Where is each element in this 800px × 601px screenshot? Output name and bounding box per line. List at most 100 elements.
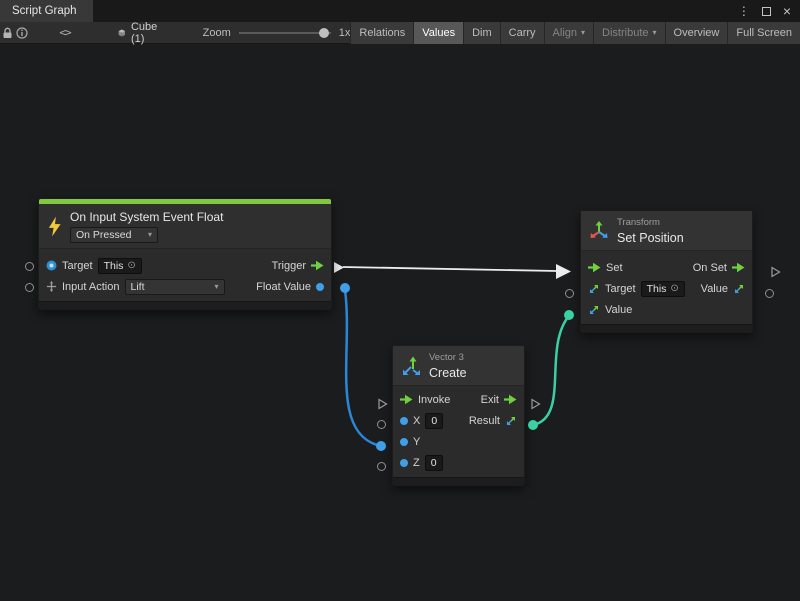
node-on-input-system-event-float[interactable]: On Input System Event Float On Pressed ▾… xyxy=(38,198,332,310)
node-footer xyxy=(393,477,524,485)
vector3-port-icon[interactable] xyxy=(733,283,745,295)
flow-port-icon[interactable] xyxy=(504,394,517,405)
input-action-dropdown[interactable]: Lift ▾ xyxy=(125,279,225,295)
row-target-valueout: Target This ⊙ Value xyxy=(581,278,752,299)
node-title: Set Position xyxy=(617,231,684,245)
z-value-field[interactable]: 0 xyxy=(425,455,443,471)
ext-port-y-input-connected[interactable] xyxy=(376,441,386,451)
dim-button[interactable]: Dim xyxy=(463,22,500,44)
info-icon[interactable] xyxy=(15,22,30,44)
x-port[interactable] xyxy=(400,417,408,425)
graph-toolbar: <> Cube (1) Zoom 1x Relations Values Dim… xyxy=(0,22,800,44)
toolbar-buttons: Relations Values Dim Carry Align▾ Distri… xyxy=(350,22,800,44)
exit-port-label: Exit xyxy=(481,394,499,406)
invoke-port-label: Invoke xyxy=(418,394,450,406)
flow-port-icon[interactable] xyxy=(732,262,745,273)
close-icon[interactable]: × xyxy=(783,4,791,18)
result-port-label: Result xyxy=(469,415,500,427)
lightning-bolt-icon xyxy=(47,216,62,237)
ext-port-inputaction-input[interactable] xyxy=(25,283,34,292)
node-footer xyxy=(39,301,331,309)
z-port[interactable] xyxy=(400,459,408,467)
object-picker-icon: ⊙ xyxy=(670,283,678,295)
chevron-down-icon: ▾ xyxy=(214,281,218,293)
tab-label: Script Graph xyxy=(12,5,77,17)
tab-script-graph[interactable]: Script Graph xyxy=(0,0,93,22)
flow-port-icon[interactable] xyxy=(311,260,324,271)
transform-icon xyxy=(589,221,609,241)
maximize-icon[interactable] xyxy=(762,7,771,16)
zoom-control: Zoom 1x xyxy=(203,27,351,39)
node-title: Create xyxy=(429,366,467,380)
target-port-label: Target xyxy=(605,283,636,295)
x-port-label: X xyxy=(413,415,420,427)
fullscreen-button[interactable]: Full Screen xyxy=(727,22,800,44)
zoom-level-value: 1x xyxy=(339,27,351,39)
float-value-port[interactable] xyxy=(316,283,324,291)
row-y: Y xyxy=(393,431,524,452)
ext-port-z-input[interactable] xyxy=(377,462,386,471)
align-dropdown-button[interactable]: Align▾ xyxy=(544,22,593,44)
graph-object-reference[interactable]: Cube (1) xyxy=(118,21,160,45)
node-title: On Input System Event Float xyxy=(70,210,223,224)
chevron-down-icon: ▾ xyxy=(581,28,585,37)
y-port-label: Y xyxy=(413,436,420,448)
zoom-slider[interactable] xyxy=(239,27,331,39)
node-type-label: Vector 3 xyxy=(429,352,467,363)
edit-script-icon[interactable]: <> xyxy=(58,22,73,44)
target-object-field[interactable]: This ⊙ xyxy=(641,281,685,297)
zoom-slider-track[interactable] xyxy=(239,32,331,34)
vector3-icon xyxy=(401,356,421,376)
overview-button[interactable]: Overview xyxy=(665,22,728,44)
window-controls: ⋮ × xyxy=(738,0,800,22)
cube-icon xyxy=(118,27,126,39)
value-out-port-label: Value xyxy=(701,283,728,295)
ext-port-x-input[interactable] xyxy=(377,420,386,429)
set-port-label: Set xyxy=(606,262,623,274)
zoom-slider-handle[interactable] xyxy=(319,28,329,38)
x-value-field[interactable]: 0 xyxy=(425,413,443,429)
row-x-result: X 0 Result xyxy=(393,410,524,431)
ext-port-value-input-connected[interactable] xyxy=(564,310,574,320)
ext-port-target-input[interactable] xyxy=(25,262,34,271)
y-port[interactable] xyxy=(400,438,408,446)
unity-visual-scripting-window: { "titlebar": { "tab_label": "Script Gra… xyxy=(0,0,800,601)
input-action-port-label: Input Action xyxy=(62,281,120,293)
ext-port-invoke-input[interactable] xyxy=(377,398,388,410)
on-set-port-label: On Set xyxy=(693,262,727,274)
float-value-port-label: Float Value xyxy=(256,281,311,293)
value-in-port-label: Value xyxy=(605,304,632,316)
node-vector3-create[interactable]: Vector 3 Create Invoke Exit X 0 xyxy=(392,345,525,486)
transform-port-icon xyxy=(588,283,600,295)
vector3-port-icon[interactable] xyxy=(588,304,600,316)
input-action-icon xyxy=(46,281,57,292)
ext-port-value-output[interactable] xyxy=(765,289,774,298)
flow-port-icon[interactable] xyxy=(400,394,413,405)
more-menu-icon[interactable]: ⋮ xyxy=(738,5,750,17)
flow-port-icon[interactable] xyxy=(588,262,601,273)
vector3-port-icon[interactable] xyxy=(505,415,517,427)
carry-button[interactable]: Carry xyxy=(500,22,544,44)
ext-port-settarget-input[interactable] xyxy=(565,289,574,298)
target-port-label: Target xyxy=(62,260,93,272)
node-footer xyxy=(581,324,752,332)
trigger-port-label: Trigger xyxy=(272,260,306,272)
event-mode-dropdown[interactable]: On Pressed ▾ xyxy=(70,227,158,243)
row-value-in: Value xyxy=(581,299,752,320)
ext-port-result-output-connected[interactable] xyxy=(528,420,538,430)
distribute-dropdown-button[interactable]: Distribute▾ xyxy=(593,22,664,44)
row-z: Z 0 xyxy=(393,452,524,473)
target-object-field[interactable]: This ⊙ xyxy=(98,258,142,274)
row-inputaction-floatvalue: Input Action Lift ▾ Float Value xyxy=(39,276,331,297)
chevron-down-icon: ▾ xyxy=(148,229,152,241)
node-transform-set-position[interactable]: Transform Set Position Set On Set xyxy=(580,210,753,333)
gameobject-icon xyxy=(46,260,57,271)
values-button[interactable]: Values xyxy=(413,22,463,44)
object-name-label: Cube (1) xyxy=(131,21,161,45)
lock-icon[interactable] xyxy=(0,22,15,44)
ext-port-onset-output[interactable] xyxy=(770,266,781,278)
window-tab-bar: Script Graph ⋮ × xyxy=(0,0,800,22)
ext-port-floatvalue-output-connected[interactable] xyxy=(340,283,350,293)
ext-port-exit-output[interactable] xyxy=(530,398,541,410)
relations-button[interactable]: Relations xyxy=(350,22,413,44)
